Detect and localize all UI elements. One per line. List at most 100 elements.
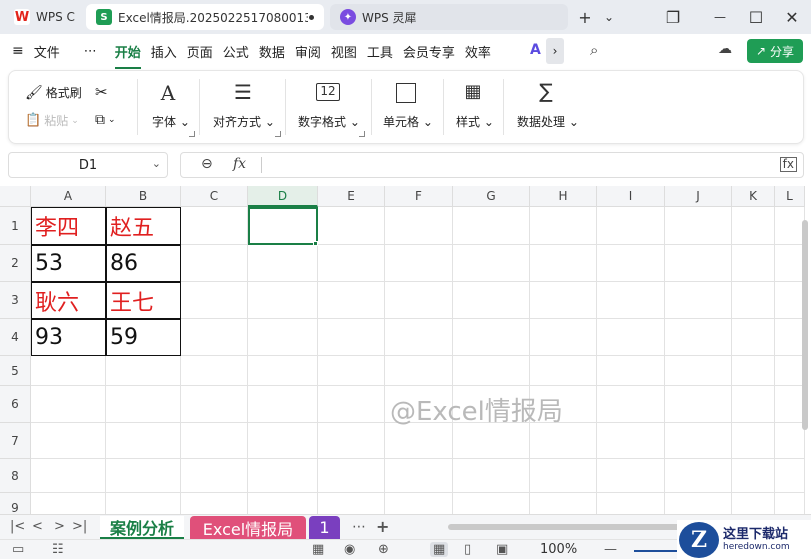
- sheet-tab-1[interactable]: 1: [309, 516, 340, 539]
- cell-k7[interactable]: [732, 423, 775, 459]
- cell-l2[interactable]: [775, 245, 805, 282]
- cell-d2[interactable]: [248, 245, 318, 282]
- cell-b1[interactable]: 赵五: [106, 207, 181, 245]
- close-button[interactable]: ✕: [781, 6, 803, 28]
- cloud-sync-icon[interactable]: ☁: [718, 41, 732, 57]
- cell-j8[interactable]: [665, 459, 732, 493]
- page-layout-icon[interactable]: ▯: [464, 542, 471, 557]
- cell-c4[interactable]: [181, 319, 248, 356]
- next-sheet-icon[interactable]: >: [54, 519, 65, 534]
- cell-c8[interactable]: [181, 459, 248, 493]
- column-header-g[interactable]: G: [453, 186, 530, 207]
- cell-d7[interactable]: [248, 423, 318, 459]
- cell-c9[interactable]: [181, 493, 248, 514]
- cell-k5[interactable]: [732, 356, 775, 386]
- fill-handle[interactable]: [313, 241, 318, 246]
- cell-f7[interactable]: [385, 423, 453, 459]
- cell-g5[interactable]: [453, 356, 530, 386]
- zoom-out-button[interactable]: —: [604, 542, 617, 557]
- cell-f5[interactable]: [385, 356, 453, 386]
- column-header-j[interactable]: J: [665, 186, 732, 207]
- menu-review[interactable]: 审阅: [290, 42, 326, 61]
- hamburger-menu-icon[interactable]: ≡: [0, 43, 29, 59]
- number-format-dialog-launcher-icon[interactable]: [359, 131, 365, 137]
- cell-e6[interactable]: [318, 386, 385, 423]
- cell-b4[interactable]: 59: [106, 319, 181, 356]
- cell-h4[interactable]: [530, 319, 597, 356]
- align-button[interactable]: 对齐方式 ⌄: [213, 113, 275, 130]
- fx-icon[interactable]: fx: [233, 156, 246, 172]
- cell-f4[interactable]: [385, 319, 453, 356]
- menu-more-icon[interactable]: ⋯: [79, 44, 102, 59]
- zoom-level[interactable]: 100%: [540, 542, 577, 557]
- cell-e1[interactable]: [318, 207, 385, 245]
- cell-l5[interactable]: [775, 356, 805, 386]
- cell-c5[interactable]: [181, 356, 248, 386]
- menu-data[interactable]: 数据: [254, 42, 290, 61]
- maximize-button[interactable]: ☐: [745, 6, 767, 28]
- cell-j4[interactable]: [665, 319, 732, 356]
- row-header-2[interactable]: 2: [0, 245, 31, 282]
- column-header-k[interactable]: K: [732, 186, 775, 207]
- eye-protection-icon[interactable]: ◉: [344, 542, 355, 557]
- data-process-button[interactable]: 数据处理 ⌄: [517, 113, 579, 130]
- cell-g4[interactable]: [453, 319, 530, 356]
- cell-f2[interactable]: [385, 245, 453, 282]
- zoom-formula-icon[interactable]: ⊖: [201, 156, 213, 172]
- cell-g3[interactable]: [453, 282, 530, 319]
- cell-j9[interactable]: [665, 493, 732, 514]
- cell-h8[interactable]: [530, 459, 597, 493]
- tab-list-chevron-icon[interactable]: ⌄: [598, 6, 620, 28]
- column-header-a[interactable]: A: [31, 186, 106, 207]
- horizontal-scrollbar[interactable]: [448, 524, 688, 530]
- menu-file[interactable]: 文件: [29, 42, 65, 61]
- cell-g9[interactable]: [453, 493, 530, 514]
- cell-h9[interactable]: [530, 493, 597, 514]
- cell-j7[interactable]: [665, 423, 732, 459]
- cell-e3[interactable]: [318, 282, 385, 319]
- ai-assistant-icon[interactable]: A: [530, 42, 541, 58]
- cell-d4[interactable]: [248, 319, 318, 356]
- cell-l6[interactable]: [775, 386, 805, 423]
- row-header-3[interactable]: 3: [0, 282, 31, 319]
- cell-i6[interactable]: [597, 386, 665, 423]
- share-button[interactable]: ↗ 分享: [747, 39, 803, 63]
- cell-d3[interactable]: [248, 282, 318, 319]
- cell-e8[interactable]: [318, 459, 385, 493]
- cell-g7[interactable]: [453, 423, 530, 459]
- cell-b8[interactable]: [106, 459, 181, 493]
- column-header-h[interactable]: H: [530, 186, 597, 207]
- cell-b2[interactable]: 86: [106, 245, 181, 282]
- cut-icon[interactable]: ✂: [95, 83, 108, 101]
- menu-insert[interactable]: 插入: [146, 42, 182, 61]
- column-header-b[interactable]: B: [106, 186, 181, 207]
- cell-g1[interactable]: [453, 207, 530, 245]
- row-header-6[interactable]: 6: [0, 386, 31, 423]
- last-sheet-icon[interactable]: >|: [72, 519, 87, 534]
- cell-d8[interactable]: [248, 459, 318, 493]
- menu-member[interactable]: 会员专享: [398, 42, 460, 61]
- cell-e9[interactable]: [318, 493, 385, 514]
- cell-a8[interactable]: [31, 459, 106, 493]
- align-dialog-launcher-icon[interactable]: [275, 131, 281, 137]
- cell-a1[interactable]: 李四: [31, 207, 106, 245]
- minimize-button[interactable]: —: [709, 6, 731, 28]
- cell-e4[interactable]: [318, 319, 385, 356]
- cell-h2[interactable]: [530, 245, 597, 282]
- column-header-c[interactable]: C: [181, 186, 248, 207]
- normal-view-icon[interactable]: ▦: [430, 542, 449, 557]
- cell-l9[interactable]: [775, 493, 805, 514]
- cell-h1[interactable]: [530, 207, 597, 245]
- cell-k4[interactable]: [732, 319, 775, 356]
- cell-e7[interactable]: [318, 423, 385, 459]
- cell-d6[interactable]: [248, 386, 318, 423]
- cell-b6[interactable]: [106, 386, 181, 423]
- cell-j1[interactable]: [665, 207, 732, 245]
- format-painter-button[interactable]: 🖌 格式刷: [25, 84, 82, 101]
- chevron-down-icon[interactable]: ⌄: [152, 157, 161, 170]
- vertical-scrollbar[interactable]: [802, 220, 808, 430]
- cell-b5[interactable]: [106, 356, 181, 386]
- cell-h5[interactable]: [530, 356, 597, 386]
- cell-k6[interactable]: [732, 386, 775, 423]
- row-header-7[interactable]: 7: [0, 423, 31, 459]
